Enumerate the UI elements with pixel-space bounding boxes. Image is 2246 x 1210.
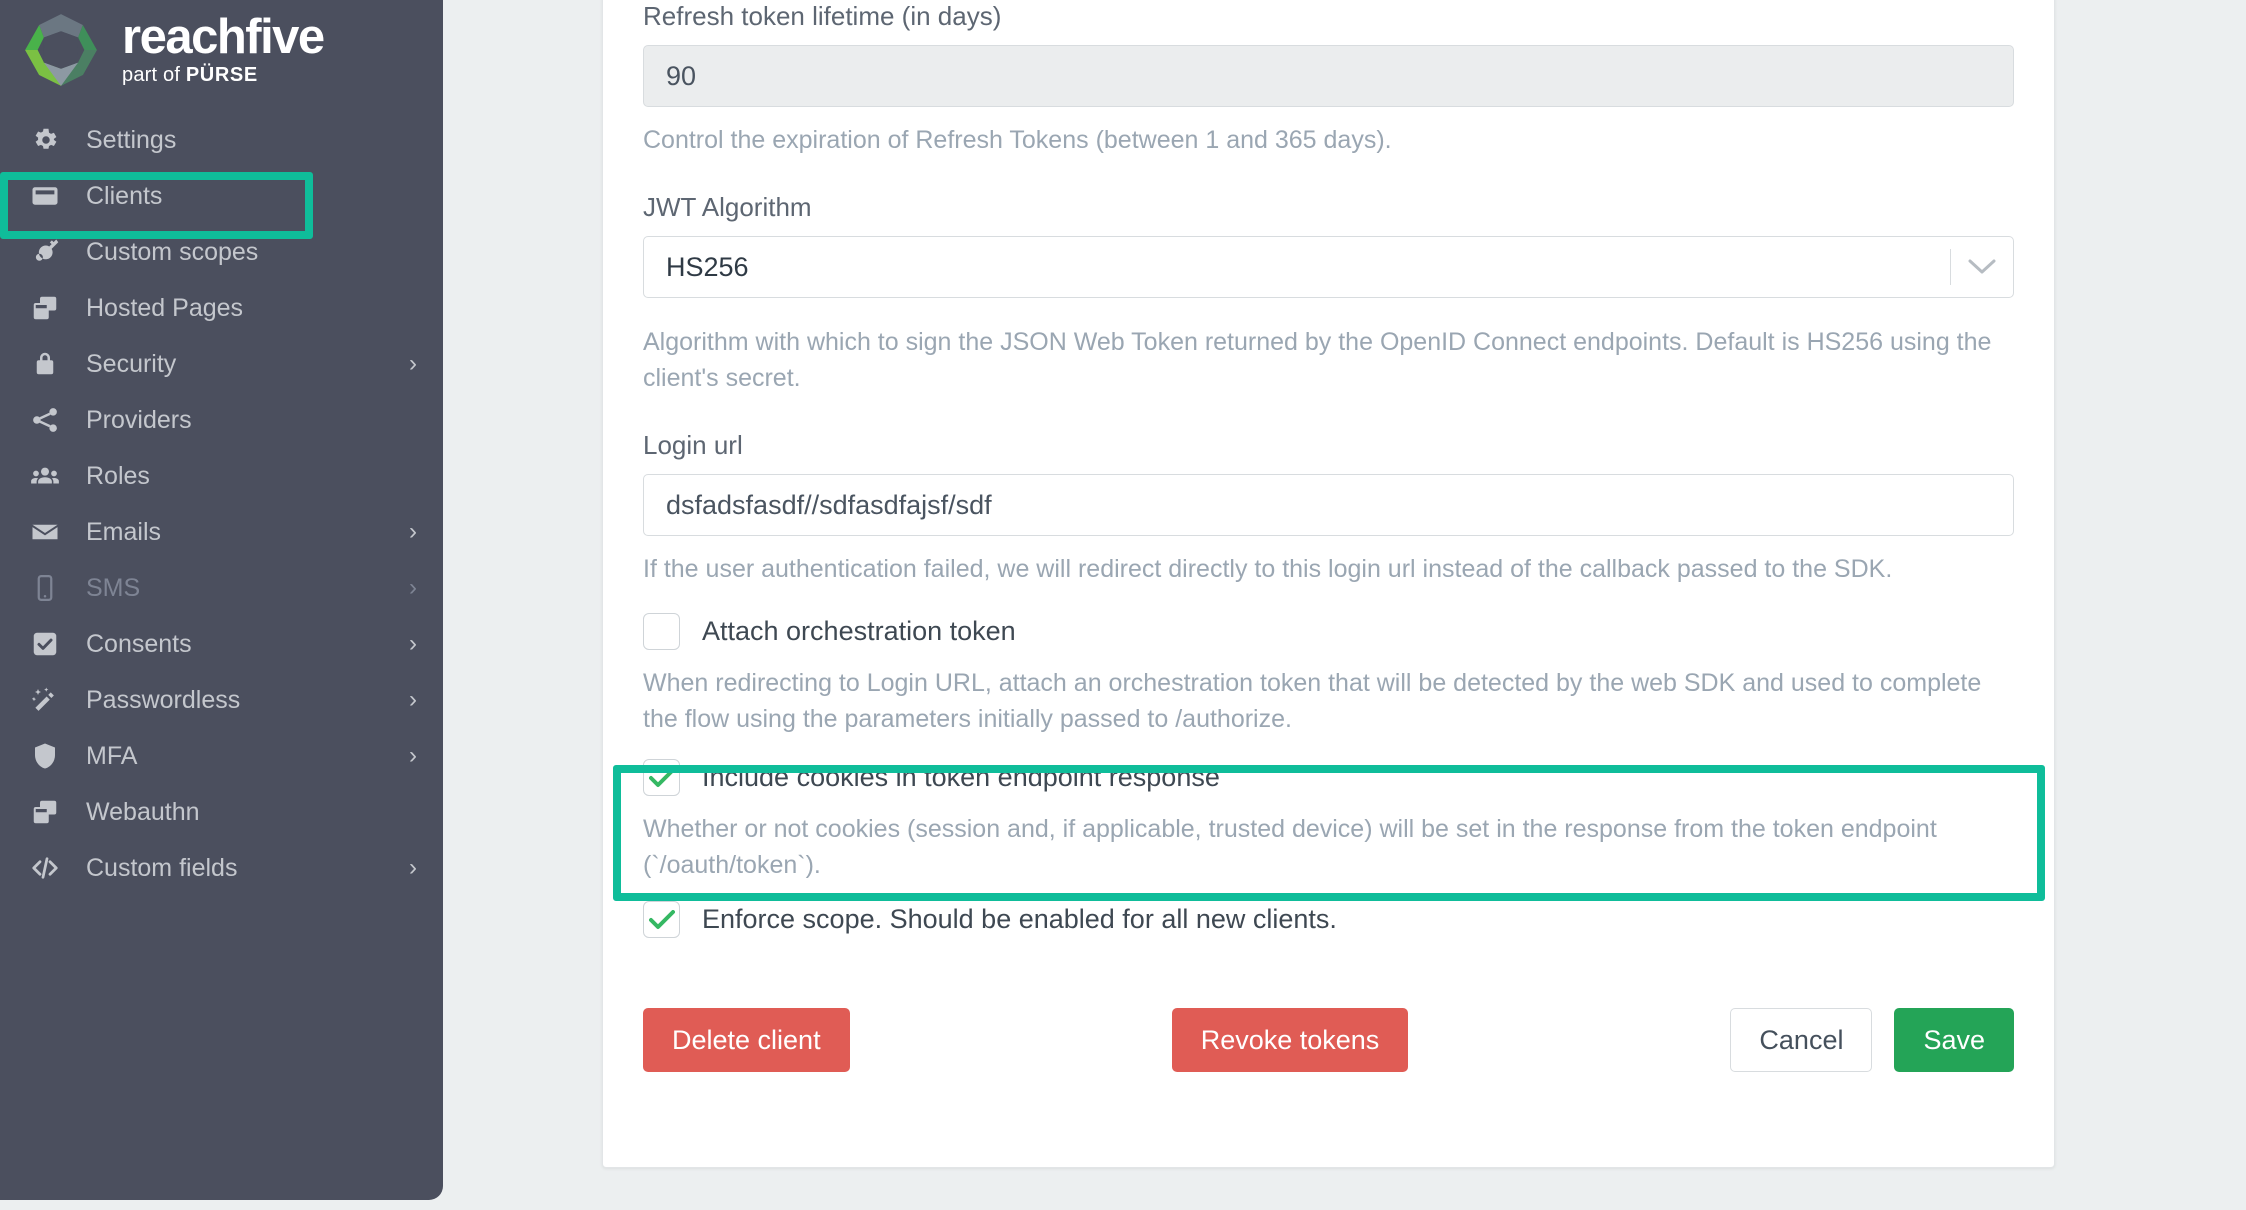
include-cookies-label: Include cookies in token endpoint respon… <box>702 762 1220 792</box>
action-buttons: Delete client Revoke tokens Cancel Save <box>643 1008 2015 1072</box>
sidebar-item-hosted-pages[interactable]: Hosted Pages <box>0 280 443 336</box>
refresh-token-input[interactable]: 90 <box>643 45 2014 107</box>
sidebar-item-label: MFA <box>86 741 138 770</box>
sidebar-item-passwordless[interactable]: Passwordless › <box>0 672 443 728</box>
chevron-right-icon: › <box>409 630 417 657</box>
sidebar-nav: Settings Clients Custom scopes Hosted Pages… <box>0 112 443 896</box>
sidebar-item-label: Emails <box>86 517 162 546</box>
attach-orchestration-token-label: Attach orchestration token <box>702 616 1016 646</box>
sidebar-item-roles[interactable]: Roles <box>0 448 443 504</box>
sidebar-item-label: Custom fields <box>86 853 238 882</box>
windows-icon <box>30 293 70 323</box>
envelope-icon <box>30 517 70 547</box>
enforce-scope-checkbox[interactable] <box>643 901 680 938</box>
mobile-icon <box>30 573 70 603</box>
login-url-field: Login url dsfadsfasdf//sdfasdfajsf/sdf I… <box>643 430 2014 587</box>
sidebar-item-label: Hosted Pages <box>86 293 244 322</box>
gear-icon <box>30 125 70 155</box>
attach-orchestration-token-group: Attach orchestration token When redirect… <box>643 613 2014 737</box>
chevron-right-icon: › <box>409 854 417 881</box>
attach-orchestration-token-checkbox[interactable] <box>643 613 680 650</box>
save-button[interactable]: Save <box>1894 1008 2015 1072</box>
chevron-right-icon: › <box>409 574 417 601</box>
sidebar-item-custom-scopes[interactable]: Custom scopes <box>0 224 443 280</box>
chevron-right-icon: › <box>409 742 417 769</box>
shield-icon <box>30 741 70 771</box>
login-url-input[interactable]: dsfadsfasdf//sdfasdfajsf/sdf <box>643 474 2014 536</box>
enforce-scope-group: Enforce scope. Should be enabled for all… <box>643 901 2014 938</box>
attach-orchestration-token-helper: When redirecting to Login URL, attach an… <box>643 669 1982 733</box>
enforce-scope-label: Enforce scope. Should be enabled for all… <box>702 904 1337 934</box>
sidebar-item-label: Security <box>86 349 177 378</box>
cancel-button[interactable]: Cancel <box>1730 1008 1873 1072</box>
client-settings-card: Refresh token lifetime (in days) 90 Cont… <box>602 0 2055 1168</box>
include-cookies-checkbox[interactable] <box>643 759 680 796</box>
sidebar-item-custom-fields[interactable]: Custom fields › <box>0 840 443 896</box>
include-cookies-row[interactable]: Include cookies in token endpoint respon… <box>643 759 2014 796</box>
code-icon <box>30 853 70 883</box>
jwt-algorithm-helper: Algorithm with which to sign the JSON We… <box>643 328 1992 392</box>
app-root: reachfive part of PÜRSE Settings Clients C… <box>0 0 2246 1210</box>
magic-wand-icon <box>30 685 70 715</box>
sidebar-item-label: Settings <box>86 125 177 154</box>
sidebar-item-label: Webauthn <box>86 797 200 826</box>
jwt-algorithm-label: JWT Algorithm <box>643 192 812 222</box>
chevron-down-icon[interactable] <box>1951 258 2013 276</box>
users-icon <box>30 461 70 491</box>
brand-text: reachfive part of PÜRSE <box>122 10 325 86</box>
key-icon <box>30 237 70 267</box>
sidebar-item-label: Passwordless <box>86 685 241 714</box>
lock-icon <box>30 349 70 379</box>
sidebar-item-emails[interactable]: Emails › <box>0 504 443 560</box>
login-url-label: Login url <box>643 430 743 460</box>
chevron-right-icon: › <box>409 350 417 377</box>
sidebar-item-providers[interactable]: Providers <box>0 392 443 448</box>
include-cookies-group: Include cookies in token endpoint respon… <box>643 759 2014 883</box>
sidebar-item-label: Roles <box>86 461 150 490</box>
attach-orchestration-token-row[interactable]: Attach orchestration token <box>643 613 2014 650</box>
include-cookies-helper: Whether or not cookies (session and, if … <box>643 815 1937 879</box>
sidebar-item-consents[interactable]: Consents › <box>0 616 443 672</box>
refresh-token-field: Refresh token lifetime (in days) 90 Cont… <box>643 1 2014 158</box>
login-url-helper: If the user authentication failed, we wi… <box>643 555 1893 583</box>
sidebar-item-label: Providers <box>86 405 192 434</box>
chevron-right-icon: › <box>409 518 417 545</box>
sidebar-item-webauthn[interactable]: Webauthn <box>0 784 443 840</box>
refresh-token-label: Refresh token lifetime (in days) <box>643 1 1002 31</box>
sidebar-item-label: Custom scopes <box>86 237 259 266</box>
enforce-scope-row[interactable]: Enforce scope. Should be enabled for all… <box>643 901 2014 938</box>
checkbox-icon <box>30 629 70 659</box>
sidebar: reachfive part of PÜRSE Settings Clients C… <box>0 0 443 1200</box>
chevron-right-icon: › <box>409 686 417 713</box>
revoke-tokens-button[interactable]: Revoke tokens <box>1171 1008 1409 1072</box>
brand-tagline: part of PÜRSE <box>122 63 258 86</box>
sidebar-item-label: Clients <box>86 181 163 210</box>
windows-icon <box>30 797 70 827</box>
jwt-algorithm-value: HS256 <box>666 251 749 282</box>
share-icon <box>30 405 70 435</box>
refresh-token-helper: Control the expiration of Refresh Tokens… <box>643 126 1392 154</box>
brand-logo[interactable]: reachfive part of PÜRSE <box>0 0 443 100</box>
sidebar-item-clients[interactable]: Clients <box>0 168 443 224</box>
sidebar-item-label: SMS <box>86 573 141 602</box>
jwt-algorithm-field: JWT Algorithm HS256 Algorithm with which… <box>643 192 2014 396</box>
delete-client-button[interactable]: Delete client <box>643 1008 850 1072</box>
sidebar-item-mfa[interactable]: MFA › <box>0 728 443 784</box>
sidebar-item-security[interactable]: Security › <box>0 336 443 392</box>
sidebar-item-sms[interactable]: SMS › <box>0 560 443 616</box>
card-icon <box>30 181 70 211</box>
jwt-algorithm-select[interactable]: HS256 <box>643 236 2014 298</box>
reachfive-ring-logo-icon <box>22 11 100 89</box>
brand-name: reachfive <box>122 10 325 65</box>
sidebar-item-label: Consents <box>86 629 192 658</box>
sidebar-item-settings[interactable]: Settings <box>0 112 443 168</box>
